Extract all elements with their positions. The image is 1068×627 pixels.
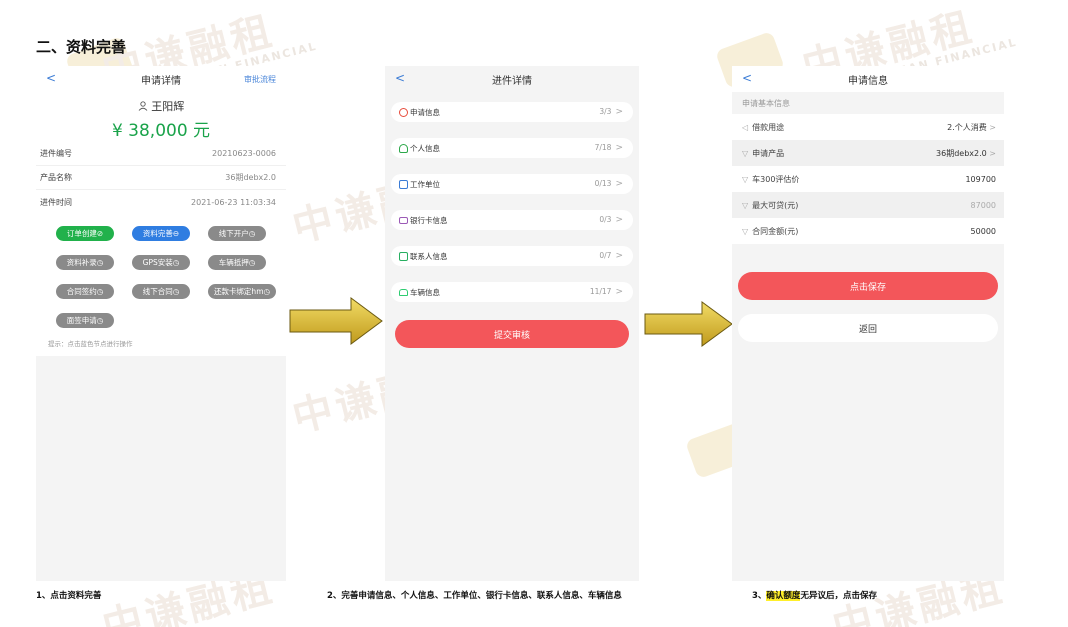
application-summary: 王阳辉 ¥ 38,000 元 进件编号 20210623-0006 产品名称 36期… (36, 92, 286, 356)
shield-icon: ▽ (742, 148, 749, 158)
info-section-list: 申请信息 3/3 > 个人信息 7/18 > 工作单位 0/13 > 银行卡信息 0/… (385, 92, 639, 302)
person-green-icon (399, 143, 408, 153)
shield-icon: ▽ (742, 226, 749, 236)
list-item-vehicle[interactable]: 车辆信息 11/17 > (391, 282, 633, 302)
list-item-employer[interactable]: 工作单位 0/13 > (391, 174, 633, 194)
step-bind-card-button[interactable]: 还款卡绑定hm◷ (208, 284, 276, 299)
field-contract-amount[interactable]: ▽ 合同金额(元) 50000 (732, 218, 1004, 244)
shield-icon: ▽ (742, 200, 749, 210)
car-green-icon (399, 288, 408, 296)
applicant-name: 王阳辉 (151, 100, 185, 113)
submit-review-button[interactable]: 提交审核 (395, 320, 629, 348)
shield-icon: ▽ (742, 174, 749, 184)
info-row: 进件时间 2021-06-23 11:03:34 (40, 197, 276, 207)
list-item-personal-info[interactable]: 个人信息 7/18 > (391, 138, 633, 158)
back-icon[interactable]: < (46, 71, 56, 85)
list-item-contacts[interactable]: 联系人信息 0/7 > (391, 246, 633, 266)
info-row: 产品名称 36期debx2.0 (36, 166, 286, 190)
step-gps-install-button[interactable]: GPS安装◷ (132, 255, 190, 270)
step-complete-info-button[interactable]: 资料完善⊖ (132, 226, 190, 241)
info-row: 进件编号 20210623-0006 (36, 142, 286, 166)
field-car300-valuation: ▽ 车300评估价 109700 (732, 166, 1004, 192)
phone-screen-application-detail: < 申请详情 审批流程 王阳辉 ¥ 38,000 元 进件编号 20210623-… (36, 66, 286, 581)
approval-flow-link[interactable]: 审批流程 (244, 74, 276, 85)
chevron-right-icon: > (615, 143, 623, 153)
nav-title: 申请信息 (848, 75, 888, 87)
highlighted-text: 确认额度 (766, 591, 801, 601)
caption-step-3: 3、确认额度无异议后，点击保存 (752, 591, 877, 601)
section-title: 二、资料完善 (36, 38, 127, 56)
chevron-right-icon: > (615, 179, 623, 189)
step-contract-sign-button[interactable]: 合同签约◷ (56, 284, 114, 299)
user-red-icon (399, 107, 408, 117)
nav-bar: < 进件详情 (385, 66, 639, 92)
phone-screen-submission-detail: < 进件详情 申请信息 3/3 > 个人信息 7/18 > 工作单位 0/13 > 银… (385, 66, 639, 581)
right-arrow-icon (289, 297, 383, 345)
loan-amount: ¥ 38,000 元 (111, 121, 211, 141)
section-subtitle: 申请基本信息 (742, 98, 790, 108)
back-icon[interactable]: < (742, 71, 752, 85)
caption-step-1: 1、点击资料完善 (36, 591, 102, 601)
chevron-right-icon: > (615, 215, 623, 225)
phone-screen-application-info: < 申请信息 申请基本信息 ◁ 借款用途 2.个人消费 > ▽ 申请产品 36期de… (732, 66, 1004, 581)
field-loan-purpose[interactable]: ◁ 借款用途 2.个人消费 > (732, 114, 1004, 140)
step-order-created-button[interactable]: 订单创建⊘ (56, 226, 114, 241)
field-product[interactable]: ▽ 申请产品 36期debx2.0 > (732, 140, 1004, 166)
send-icon: ◁ (742, 122, 749, 132)
field-max-loan: ▽ 最大可贷(元) 87000 (732, 192, 1004, 218)
nav-bar: < 申请详情 审批流程 (36, 66, 286, 92)
card-purple-icon (399, 216, 408, 224)
back-icon[interactable]: < (395, 71, 405, 85)
applicant-name-row: 王阳辉 (36, 92, 286, 114)
building-blue-icon (399, 179, 408, 189)
step-supplement-info-button[interactable]: 资料补录◷ (56, 255, 114, 270)
contacts-green-icon (399, 251, 408, 261)
workflow-buttons: 订单创建⊘ 资料完善⊖ 线下开户◷ 资料补录◷ GPS安装◷ 车辆抵押◷ 合同签… (36, 214, 286, 332)
step-face-sign-button[interactable]: 面签申请◷ (56, 313, 114, 328)
list-item-application-info[interactable]: 申请信息 3/3 > (391, 102, 633, 122)
nav-title: 进件详情 (492, 75, 532, 87)
step-vehicle-mortgage-button[interactable]: 车辆抵押◷ (208, 255, 266, 270)
chevron-right-icon: > (615, 251, 623, 261)
step-offline-account-button[interactable]: 线下开户◷ (208, 226, 266, 241)
nav-title: 申请详情 (141, 75, 181, 87)
right-arrow-icon (644, 301, 733, 347)
chevron-right-icon: > (615, 107, 623, 117)
person-icon (138, 101, 148, 111)
caption-step-2: 2、完善申请信息、个人信息、工作单位、银行卡信息、联系人信息、车辆信息 (327, 591, 622, 601)
save-button[interactable]: 点击保存 (738, 272, 998, 300)
chevron-right-icon: > (989, 122, 996, 132)
nav-bar: < 申请信息 (732, 66, 1004, 92)
hint-text: 提示：点击蓝色节点进行操作 (48, 340, 133, 348)
chevron-right-icon: > (615, 287, 623, 297)
return-button[interactable]: 返回 (738, 314, 998, 342)
list-item-bank-card[interactable]: 银行卡信息 0/3 > (391, 210, 633, 230)
step-offline-contract-button[interactable]: 线下合同◷ (132, 284, 190, 299)
chevron-right-icon: > (989, 148, 996, 158)
